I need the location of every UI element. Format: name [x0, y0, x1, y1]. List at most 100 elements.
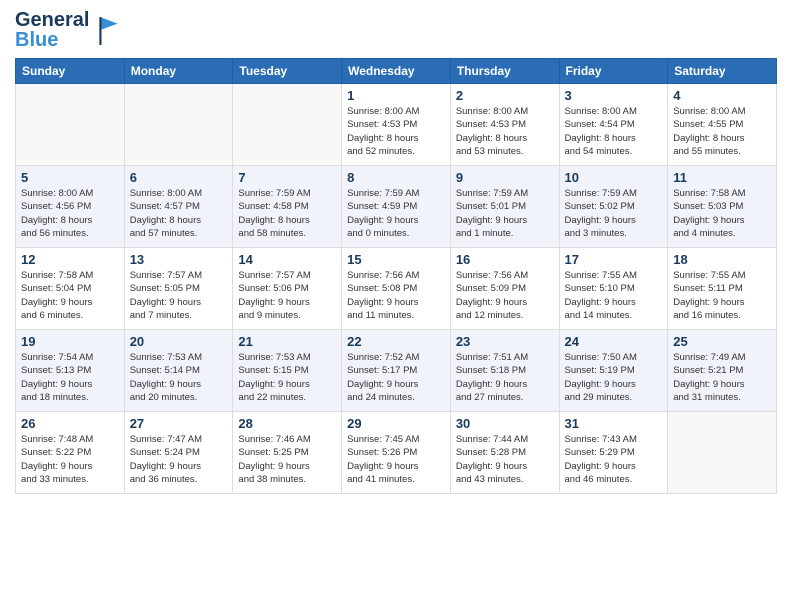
day-number: 14 — [238, 252, 336, 267]
day-info: Sunrise: 8:00 AM Sunset: 4:56 PM Dayligh… — [21, 187, 119, 240]
day-number: 19 — [21, 334, 119, 349]
header: General Blue — [15, 10, 777, 50]
week-row-1: 1Sunrise: 8:00 AM Sunset: 4:53 PM Daylig… — [16, 84, 777, 166]
day-number: 8 — [347, 170, 445, 185]
calendar-cell: 16 Sunrise: 7:56 AM Sunset: 5:09 PM Dayli… — [450, 248, 559, 330]
calendar-cell: 25Sunrise: 7:49 AM Sunset: 5:21 PM Dayli… — [668, 330, 777, 412]
day-number: 5 — [21, 170, 119, 185]
day-number: 23 — [456, 334, 554, 349]
calendar-cell: 14 Sunrise: 7:57 AM Sunset: 5:06 PM Dayli… — [233, 248, 342, 330]
calendar-cell: 4 Sunrise: 8:00 AM Sunset: 4:55 PM Daylig… — [668, 84, 777, 166]
day-number: 26 — [21, 416, 119, 431]
week-row-4: 19 Sunrise: 7:54 AM Sunset: 5:13 PM Dayli… — [16, 330, 777, 412]
calendar-cell: 31Sunrise: 7:43 AM Sunset: 5:29 PM Dayli… — [559, 412, 668, 494]
weekday-wednesday: Wednesday — [342, 59, 451, 84]
day-number: 28 — [238, 416, 336, 431]
weekday-header-row: SundayMondayTuesdayWednesdayThursdayFrid… — [16, 59, 777, 84]
week-row-2: 5 Sunrise: 8:00 AM Sunset: 4:56 PM Daylig… — [16, 166, 777, 248]
calendar-cell: 1Sunrise: 8:00 AM Sunset: 4:53 PM Daylig… — [342, 84, 451, 166]
calendar-cell: 19 Sunrise: 7:54 AM Sunset: 5:13 PM Dayli… — [16, 330, 125, 412]
day-number: 24 — [565, 334, 663, 349]
day-number: 25 — [673, 334, 771, 349]
calendar-cell: 20 Sunrise: 7:53 AM Sunset: 5:14 PM Dayli… — [124, 330, 233, 412]
day-number: 4 — [673, 88, 771, 103]
day-info: Sunrise: 7:56 AM Sunset: 5:08 PM Dayligh… — [347, 269, 445, 322]
calendar-cell: 10 Sunrise: 7:59 AM Sunset: 5:02 PM Dayli… — [559, 166, 668, 248]
calendar-cell: 28 Sunrise: 7:46 AM Sunset: 5:25 PM Dayli… — [233, 412, 342, 494]
calendar-cell: 15 Sunrise: 7:56 AM Sunset: 5:08 PM Dayli… — [342, 248, 451, 330]
day-number: 3 — [565, 88, 663, 103]
weekday-friday: Friday — [559, 59, 668, 84]
day-info: Sunrise: 7:58 AM Sunset: 5:03 PM Dayligh… — [673, 187, 771, 240]
day-number: 10 — [565, 170, 663, 185]
day-number: 1 — [347, 88, 445, 103]
day-info: Sunrise: 7:57 AM Sunset: 5:06 PM Dayligh… — [238, 269, 336, 322]
day-info: Sunrise: 7:59 AM Sunset: 5:01 PM Dayligh… — [456, 187, 554, 240]
day-info: Sunrise: 7:58 AM Sunset: 5:04 PM Dayligh… — [21, 269, 119, 322]
logo-icon: General Blue — [15, 10, 127, 50]
calendar-cell: 6Sunrise: 8:00 AM Sunset: 4:57 PM Daylig… — [124, 166, 233, 248]
calendar-cell: 12 Sunrise: 7:58 AM Sunset: 5:04 PM Dayli… — [16, 248, 125, 330]
day-number: 7 — [238, 170, 336, 185]
calendar-cell — [16, 84, 125, 166]
calendar-cell: 5 Sunrise: 8:00 AM Sunset: 4:56 PM Daylig… — [16, 166, 125, 248]
day-number: 2 — [456, 88, 554, 103]
day-number: 16 — [456, 252, 554, 267]
day-number: 12 — [21, 252, 119, 267]
day-info: Sunrise: 7:46 AM Sunset: 5:25 PM Dayligh… — [238, 433, 336, 486]
weekday-sunday: Sunday — [16, 59, 125, 84]
logo: General Blue — [15, 10, 127, 50]
day-info: Sunrise: 7:43 AM Sunset: 5:29 PM Dayligh… — [565, 433, 663, 486]
day-number: 27 — [130, 416, 228, 431]
calendar-cell: 24 Sunrise: 7:50 AM Sunset: 5:19 PM Dayli… — [559, 330, 668, 412]
day-info: Sunrise: 7:59 AM Sunset: 4:58 PM Dayligh… — [238, 187, 336, 240]
day-number: 30 — [456, 416, 554, 431]
day-number: 11 — [673, 170, 771, 185]
day-info: Sunrise: 8:00 AM Sunset: 4:55 PM Dayligh… — [673, 105, 771, 158]
day-info: Sunrise: 7:53 AM Sunset: 5:15 PM Dayligh… — [238, 351, 336, 404]
day-number: 20 — [130, 334, 228, 349]
day-number: 9 — [456, 170, 554, 185]
calendar-cell: 7 Sunrise: 7:59 AM Sunset: 4:58 PM Daylig… — [233, 166, 342, 248]
calendar-cell: 9 Sunrise: 7:59 AM Sunset: 5:01 PM Daylig… — [450, 166, 559, 248]
calendar-cell: 18 Sunrise: 7:55 AM Sunset: 5:11 PM Dayli… — [668, 248, 777, 330]
day-info: Sunrise: 7:51 AM Sunset: 5:18 PM Dayligh… — [456, 351, 554, 404]
week-row-3: 12 Sunrise: 7:58 AM Sunset: 5:04 PM Dayli… — [16, 248, 777, 330]
calendar: SundayMondayTuesdayWednesdayThursdayFrid… — [15, 58, 777, 494]
day-number: 17 — [565, 252, 663, 267]
calendar-cell: 3 Sunrise: 8:00 AM Sunset: 4:54 PM Daylig… — [559, 84, 668, 166]
calendar-cell: 2Sunrise: 8:00 AM Sunset: 4:53 PM Daylig… — [450, 84, 559, 166]
calendar-cell: 11 Sunrise: 7:58 AM Sunset: 5:03 PM Dayli… — [668, 166, 777, 248]
day-info: Sunrise: 7:48 AM Sunset: 5:22 PM Dayligh… — [21, 433, 119, 486]
day-info: Sunrise: 7:57 AM Sunset: 5:05 PM Dayligh… — [130, 269, 228, 322]
day-info: Sunrise: 7:45 AM Sunset: 5:26 PM Dayligh… — [347, 433, 445, 486]
page: General Blue SundayMondayTuesdayWednesda… — [0, 0, 792, 504]
calendar-cell: 27Sunrise: 7:47 AM Sunset: 5:24 PM Dayli… — [124, 412, 233, 494]
day-info: Sunrise: 7:50 AM Sunset: 5:19 PM Dayligh… — [565, 351, 663, 404]
calendar-cell: 30Sunrise: 7:44 AM Sunset: 5:28 PM Dayli… — [450, 412, 559, 494]
calendar-cell — [233, 84, 342, 166]
calendar-cell: 17 Sunrise: 7:55 AM Sunset: 5:10 PM Dayli… — [559, 248, 668, 330]
day-info: Sunrise: 7:53 AM Sunset: 5:14 PM Dayligh… — [130, 351, 228, 404]
day-info: Sunrise: 7:55 AM Sunset: 5:10 PM Dayligh… — [565, 269, 663, 322]
day-number: 15 — [347, 252, 445, 267]
day-number: 18 — [673, 252, 771, 267]
weekday-saturday: Saturday — [668, 59, 777, 84]
week-row-5: 26 Sunrise: 7:48 AM Sunset: 5:22 PM Dayli… — [16, 412, 777, 494]
day-info: Sunrise: 7:55 AM Sunset: 5:11 PM Dayligh… — [673, 269, 771, 322]
weekday-tuesday: Tuesday — [233, 59, 342, 84]
day-info: Sunrise: 8:00 AM Sunset: 4:54 PM Dayligh… — [565, 105, 663, 158]
day-info: Sunrise: 7:54 AM Sunset: 5:13 PM Dayligh… — [21, 351, 119, 404]
calendar-cell: 29 Sunrise: 7:45 AM Sunset: 5:26 PM Dayli… — [342, 412, 451, 494]
calendar-cell: 21Sunrise: 7:53 AM Sunset: 5:15 PM Dayli… — [233, 330, 342, 412]
day-info: Sunrise: 7:59 AM Sunset: 5:02 PM Dayligh… — [565, 187, 663, 240]
calendar-cell — [668, 412, 777, 494]
day-number: 6 — [130, 170, 228, 185]
day-number: 22 — [347, 334, 445, 349]
day-info: Sunrise: 7:56 AM Sunset: 5:09 PM Dayligh… — [456, 269, 554, 322]
day-info: Sunrise: 7:52 AM Sunset: 5:17 PM Dayligh… — [347, 351, 445, 404]
calendar-cell: 23 Sunrise: 7:51 AM Sunset: 5:18 PM Dayli… — [450, 330, 559, 412]
day-info: Sunrise: 7:59 AM Sunset: 4:59 PM Dayligh… — [347, 187, 445, 240]
calendar-cell: 13Sunrise: 7:57 AM Sunset: 5:05 PM Dayli… — [124, 248, 233, 330]
day-number: 29 — [347, 416, 445, 431]
